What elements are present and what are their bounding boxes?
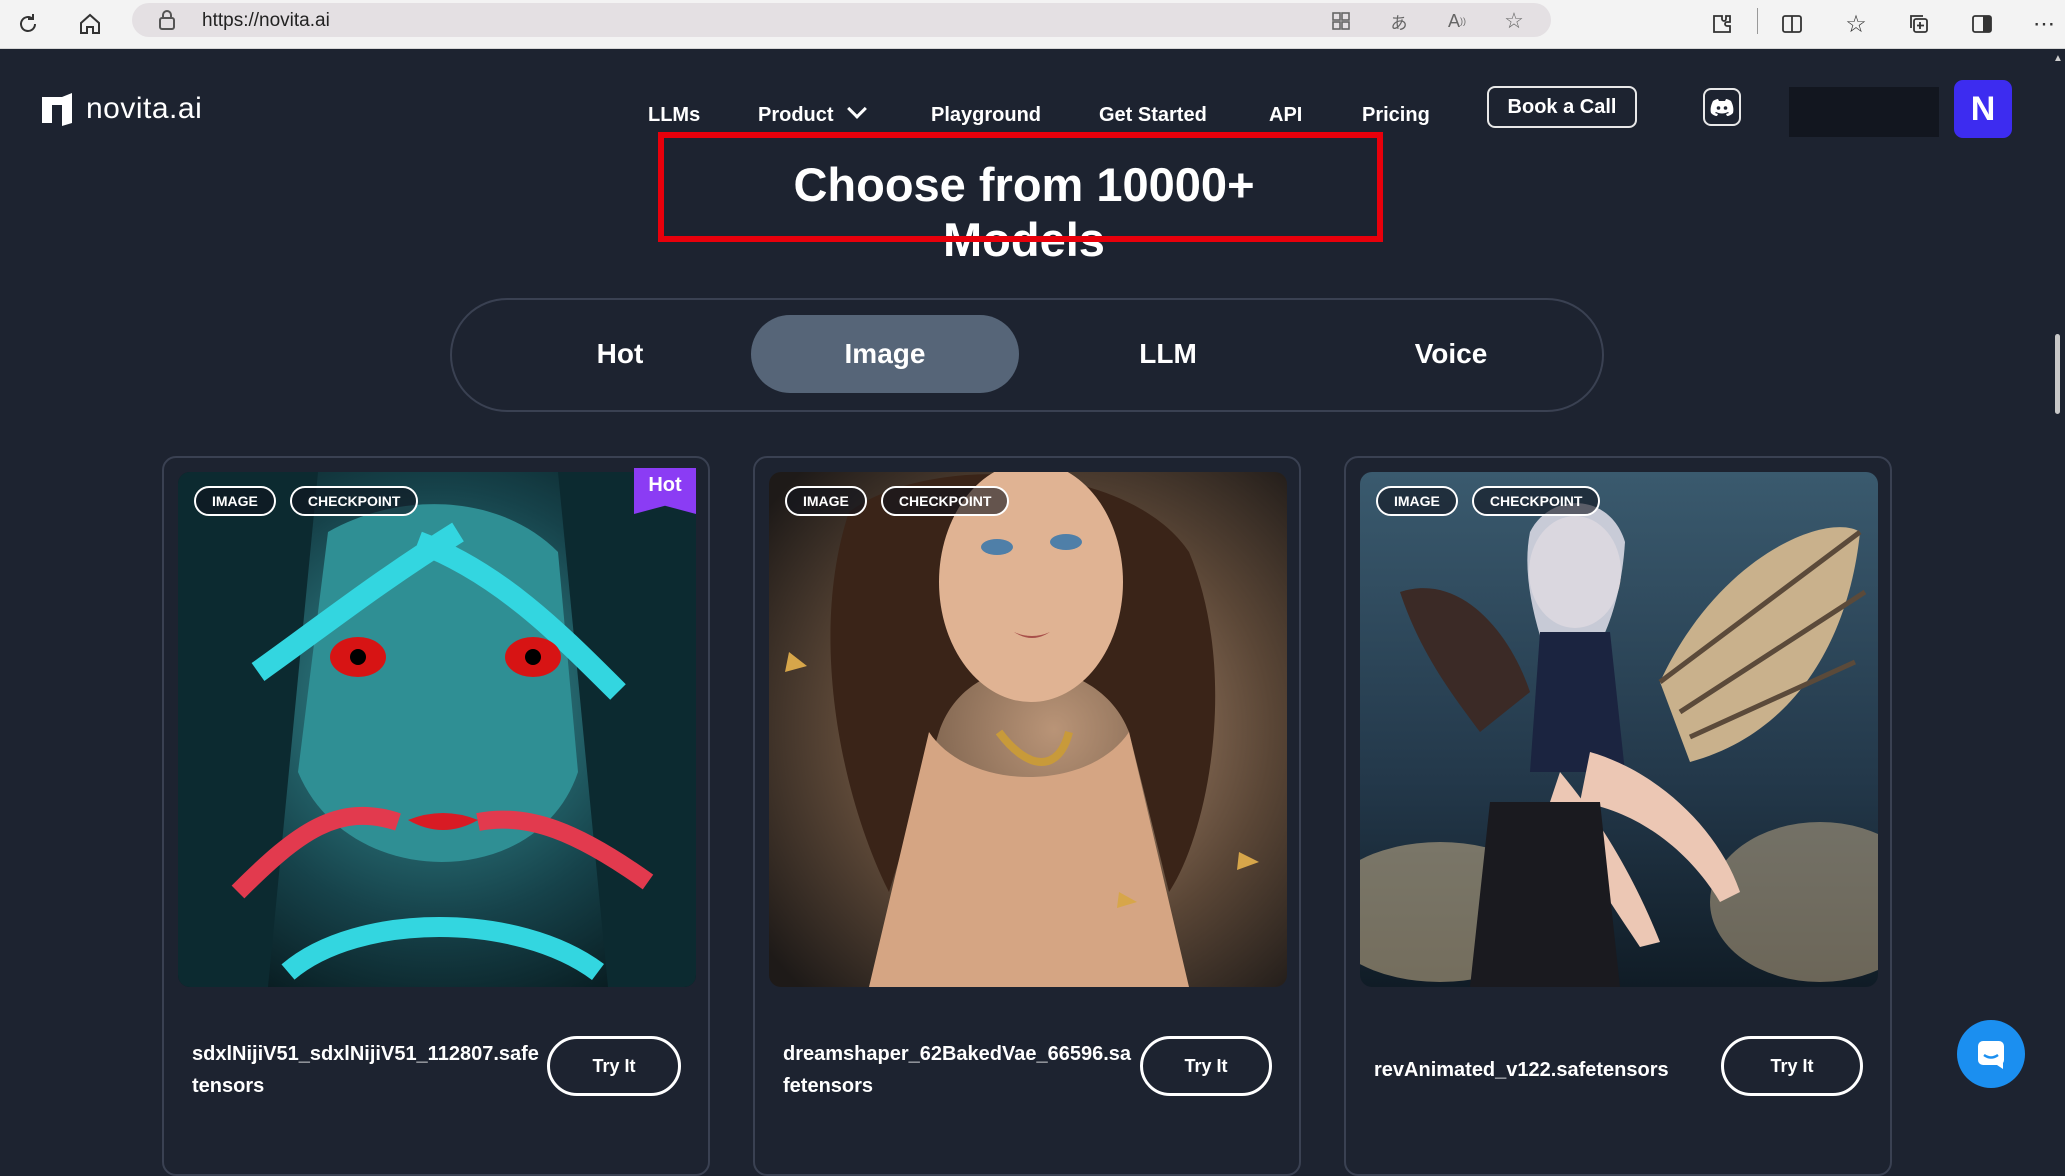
favorite-star-icon[interactable]: ☆: [1501, 8, 1527, 34]
extensions-icon[interactable]: [1704, 6, 1740, 42]
badge-checkpoint: CHECKPOINT: [1471, 486, 1601, 516]
model-image[interactable]: [1360, 472, 1878, 987]
badge-image: IMAGE: [1376, 486, 1458, 516]
collections-icon[interactable]: [1901, 6, 1937, 42]
brand-name: novita.ai: [86, 92, 203, 125]
refresh-icon[interactable]: [10, 6, 46, 42]
highlight-box: [658, 132, 1383, 242]
app-grid-icon[interactable]: [1328, 8, 1354, 34]
chat-icon: [1978, 1041, 2004, 1069]
scrollbar-thumb[interactable]: [2055, 334, 2060, 414]
sidebar-icon[interactable]: [1964, 6, 2000, 42]
browser-toolbar: https://novita.ai あ A)) ☆ ☆ ⋯: [0, 0, 2065, 49]
badge-checkpoint: CHECKPOINT: [289, 486, 419, 516]
model-card[interactable]: IMAGE CHECKPOINT revAnimated_v122.safete…: [1344, 456, 1892, 1176]
try-it-button[interactable]: Try It: [1721, 1036, 1863, 1096]
model-title: sdxlNijiV51_sdxlNijiV51_112807.safetenso…: [192, 1043, 539, 1097]
toolbar-separator: [1757, 8, 1758, 34]
brand-logo[interactable]: novita.ai: [40, 91, 202, 127]
tab-llm[interactable]: LLM: [1034, 315, 1302, 393]
model-image-art: [769, 472, 1287, 987]
lock-icon[interactable]: [158, 10, 176, 35]
read-aloud-icon[interactable]: A)): [1444, 8, 1470, 34]
novita-page: novita.ai LLMs Product Playground Get St…: [0, 49, 2050, 1176]
badge-image: IMAGE: [194, 486, 276, 516]
badge-image: IMAGE: [785, 486, 867, 516]
page-scrollbar[interactable]: ▲: [2050, 49, 2065, 1112]
category-tabs: Hot Image LLM Voice: [450, 298, 1604, 412]
redacted-area: [1789, 87, 1939, 137]
home-icon[interactable]: [72, 6, 108, 42]
tab-voice[interactable]: Voice: [1317, 315, 1585, 393]
url-text[interactable]: https://novita.ai: [202, 10, 330, 32]
address-bar[interactable]: https://novita.ai あ A)) ☆: [132, 3, 1551, 37]
nav-pricing[interactable]: Pricing: [1362, 95, 1430, 135]
model-title: revAnimated_v122.safetensors: [1374, 1059, 1669, 1081]
book-a-call-button[interactable]: Book a Call: [1487, 86, 1637, 128]
nav-get-started[interactable]: Get Started: [1099, 95, 1207, 135]
badge-checkpoint: CHECKPOINT: [880, 486, 1010, 516]
model-image[interactable]: [769, 472, 1287, 987]
try-it-button[interactable]: Try It: [547, 1036, 681, 1096]
model-title: dreamshaper_62BakedVae_66596.safetensors: [783, 1043, 1132, 1097]
avatar[interactable]: N: [1954, 80, 2012, 138]
discord-icon[interactable]: [1703, 88, 1741, 126]
model-card[interactable]: IMAGE CHECKPOINT dreamshaper_62BakedVae_…: [753, 456, 1301, 1176]
tab-image[interactable]: Image: [751, 315, 1019, 393]
model-image-art: [178, 472, 696, 987]
nav-api[interactable]: API: [1269, 95, 1302, 135]
nav-llms[interactable]: LLMs: [648, 95, 700, 135]
nav-product-label[interactable]: Product: [758, 104, 834, 126]
more-icon[interactable]: ⋯: [2026, 6, 2062, 42]
chevron-down-icon[interactable]: [846, 99, 867, 119]
favorites-icon[interactable]: ☆: [1838, 6, 1874, 42]
nav-playground[interactable]: Playground: [931, 95, 1041, 135]
translate-icon[interactable]: あ: [1386, 8, 1412, 34]
split-screen-icon[interactable]: [1774, 6, 1810, 42]
badge-group: IMAGE CHECKPOINT: [785, 486, 1010, 516]
badge-group: IMAGE CHECKPOINT: [1376, 486, 1601, 516]
novita-logo-icon: [42, 93, 72, 126]
badge-group: IMAGE CHECKPOINT: [194, 486, 419, 516]
model-image[interactable]: [178, 472, 696, 987]
try-it-button[interactable]: Try It: [1140, 1036, 1272, 1096]
model-card[interactable]: IMAGE CHECKPOINT Hot sdxlNijiV51_sdxlNij…: [162, 456, 710, 1176]
chat-launcher-button[interactable]: [1957, 1020, 2025, 1088]
model-image-art: [1360, 472, 1878, 987]
tab-hot[interactable]: Hot: [486, 315, 754, 393]
scroll-up-icon[interactable]: ▲: [2053, 53, 2063, 64]
nav-product[interactable]: Product: [758, 95, 867, 135]
